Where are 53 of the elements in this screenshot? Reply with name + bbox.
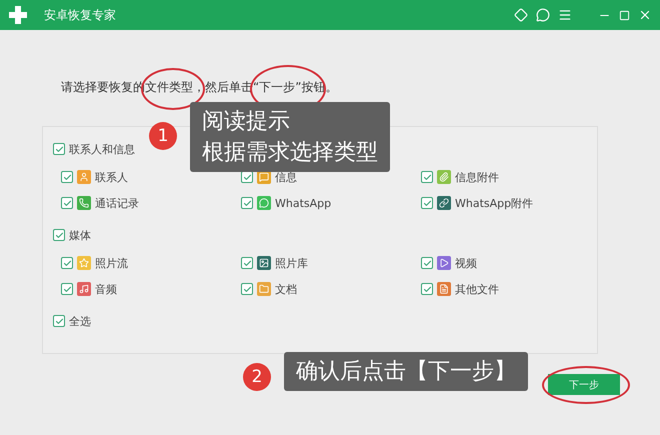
diamond-icon[interactable] — [514, 8, 528, 22]
item-label: WhatsApp — [275, 196, 332, 210]
item-label: 通话记录 — [95, 196, 139, 210]
checkbox[interactable] — [241, 171, 253, 183]
checkbox[interactable] — [61, 257, 73, 269]
item-label: 信息 — [275, 170, 297, 184]
group-label: 联系人和信息 — [69, 142, 135, 156]
person-icon — [77, 170, 91, 184]
music-icon — [77, 282, 91, 296]
maximize-icon[interactable] — [619, 10, 630, 20]
step-badge: 2 — [243, 363, 271, 391]
checkbox[interactable] — [53, 143, 65, 155]
item-label: 音频 — [95, 282, 117, 296]
item-label: 视频 — [455, 256, 477, 270]
chat-icon — [257, 196, 271, 210]
checkbox[interactable] — [61, 197, 73, 209]
checkbox[interactable] — [61, 283, 73, 295]
item-label: 文档 — [275, 282, 297, 296]
item-label: 其他文件 — [455, 282, 499, 296]
plus-logo-icon — [8, 5, 28, 25]
group-label: 媒体 — [69, 228, 91, 242]
callout-text: 阅读提示 — [202, 108, 291, 136]
checkbox[interactable] — [53, 229, 65, 241]
folder-icon — [257, 282, 271, 296]
item-label: 照片库 — [275, 256, 308, 270]
callout-text: 确认后点击【下一步】 — [296, 358, 516, 386]
chat-icon[interactable] — [536, 8, 550, 22]
checkbox[interactable] — [421, 257, 433, 269]
checkbox[interactable] — [241, 283, 253, 295]
link-icon — [437, 196, 451, 210]
item-label: 信息附件 — [455, 170, 499, 184]
checkbox[interactable] — [421, 171, 433, 183]
checkbox[interactable] — [421, 283, 433, 295]
file-icon — [437, 282, 451, 296]
item-label: WhatsApp附件 — [455, 196, 534, 210]
checkbox[interactable] — [421, 197, 433, 209]
checkbox[interactable] — [53, 315, 65, 327]
checkbox[interactable] — [241, 197, 253, 209]
checkbox[interactable] — [61, 171, 73, 183]
image-icon — [257, 256, 271, 270]
phone-icon — [77, 196, 91, 210]
next-button[interactable]: 下一步 — [548, 374, 620, 395]
paperclip-icon — [437, 170, 451, 184]
item-label: 联系人 — [95, 170, 128, 184]
star-icon — [77, 256, 91, 270]
item-label: 照片流 — [95, 256, 128, 270]
menu-icon[interactable] — [558, 8, 572, 22]
play-icon — [437, 256, 451, 270]
checkbox[interactable] — [241, 257, 253, 269]
callout-text: 根据需求选择类型 — [202, 139, 378, 167]
select-all-label: 全选 — [69, 314, 91, 328]
window-title: 安卓恢复专家 — [44, 6, 116, 24]
close-icon[interactable] — [638, 8, 652, 22]
